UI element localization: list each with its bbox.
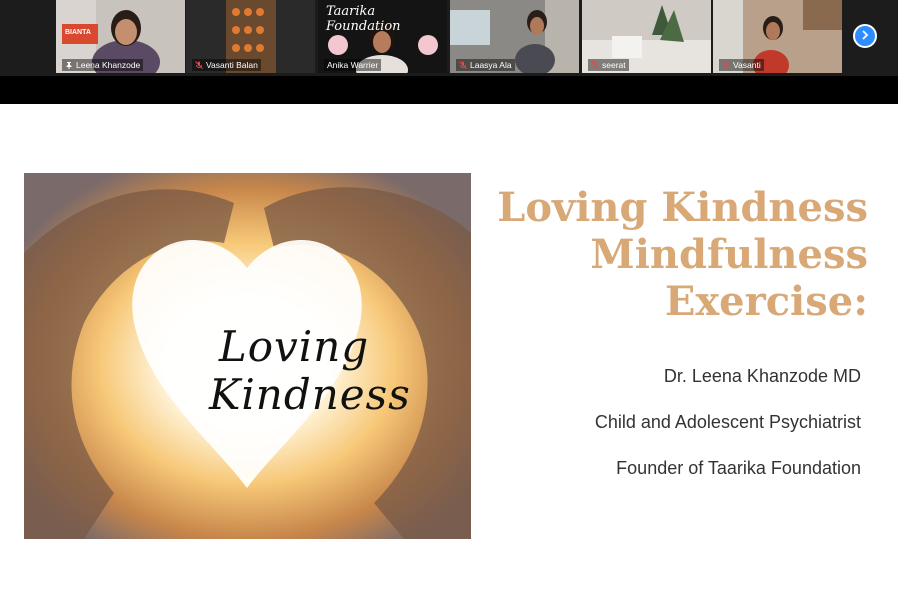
participant-name-label: Laasya Ala <box>456 59 515 71</box>
mic-muted-icon <box>459 61 467 69</box>
image-caption: Loving Kindness <box>209 322 411 419</box>
poster-badge: BIANTA <box>65 29 91 36</box>
mic-muted-icon <box>591 61 599 69</box>
next-participants-button[interactable] <box>853 24 877 48</box>
participant-tile-anika-warrier[interactable]: Taarika Foundation Anika Warrier <box>318 0 447 73</box>
presenter-name: Dr. Leena Khanzode MD <box>663 366 861 386</box>
participant-name-label: Anika Warrier <box>324 59 382 71</box>
participant-name-label: Leena Khanzode <box>62 59 144 71</box>
chevron-right-icon <box>860 27 870 45</box>
participant-name-label: Vasanti Balan <box>192 59 261 71</box>
heart-hands-image: Loving Kindness <box>24 173 471 539</box>
slide-title: Loving Kindness Mindfulness Exercise: <box>497 184 868 325</box>
participant-tile-seerat[interactable]: seerat <box>582 0 711 73</box>
participant-strip: BIANTA Leena Khanzode Vasanti Balan Taar… <box>0 0 898 76</box>
participant-tile-vasanti[interactable]: Vasanti <box>713 0 842 73</box>
presenter-role: Child and Adolescent Psychiatrist <box>594 412 861 432</box>
participant-tile-vasanti-balan[interactable]: Vasanti Balan <box>186 0 315 73</box>
poster-title: Taarika Foundation <box>326 4 401 34</box>
participant-tile-leena-khanzode[interactable]: BIANTA Leena Khanzode <box>56 0 185 73</box>
presenter-organization: Founder of Taarika Foundation <box>616 458 861 478</box>
mic-muted-icon <box>722 61 730 69</box>
pin-icon <box>65 61 73 69</box>
participant-name-label: Vasanti <box>719 59 764 71</box>
mic-muted-icon <box>195 61 203 69</box>
participant-tile-laasya-ala[interactable]: Laasya Ala <box>450 0 579 73</box>
shared-screen-slide: Loving Kindness Loving Kindness Mindfuln… <box>0 104 898 594</box>
participant-name-label: seerat <box>588 59 629 71</box>
divider-bar <box>0 76 898 104</box>
